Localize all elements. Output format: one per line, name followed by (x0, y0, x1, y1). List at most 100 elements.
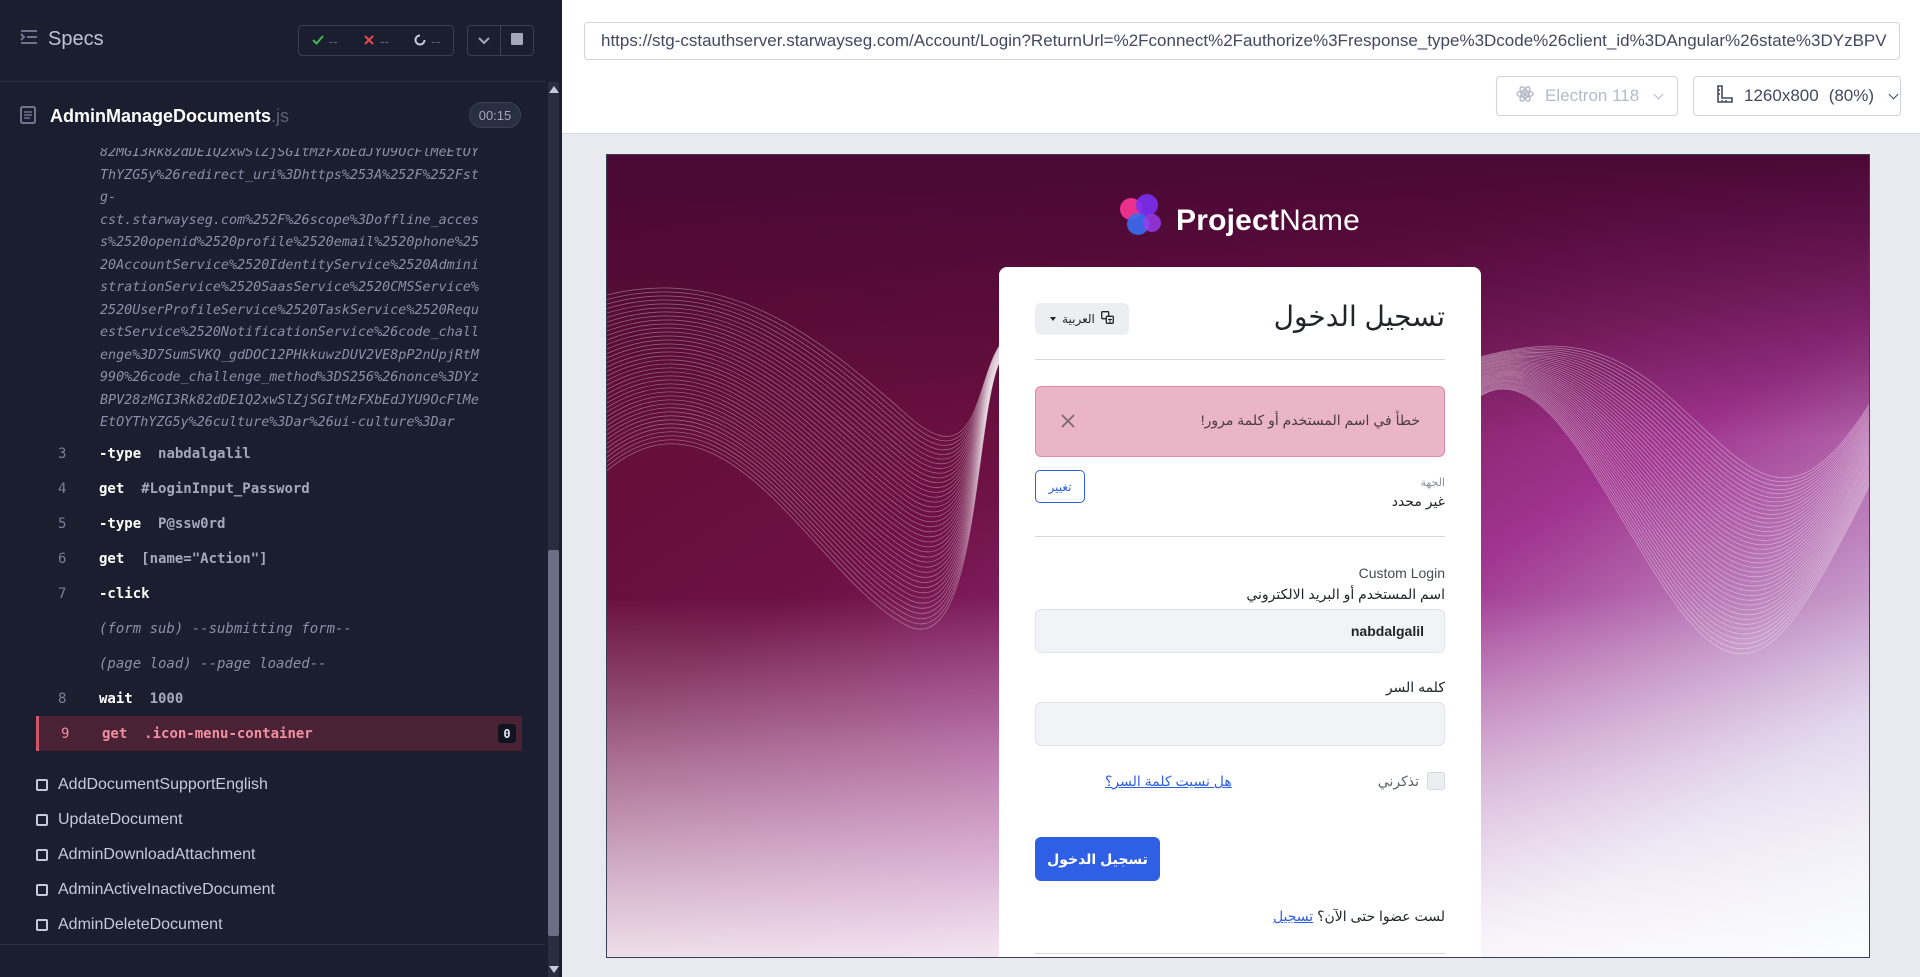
browser-selector[interactable]: Electron 118 (1496, 76, 1678, 116)
test-status-icon (36, 779, 48, 791)
reporter-divider (0, 944, 545, 945)
command-name: wait 1000 (99, 691, 183, 707)
command-row[interactable]: 5 -type P@ssw0rd (36, 506, 522, 541)
command-log: 82MGI3Rk82dDE1Q2xwSlZjSGItMzFXbEdJYU9OcF… (36, 148, 522, 751)
brand: ProjectName (607, 191, 1869, 250)
reporter-scrollbar[interactable] (545, 82, 562, 977)
url-line: strationService%2520SaasService%2520CMSS… (100, 280, 479, 295)
brand-logo-icon (1116, 191, 1166, 250)
test-item[interactable]: AdminDownloadAttachment (36, 840, 255, 870)
scrollbar-thumb[interactable] (548, 550, 559, 936)
username-input[interactable] (1035, 609, 1445, 653)
remember-me[interactable]: تذكرني (1378, 772, 1445, 790)
viewport-selector[interactable]: 1260x800 (80%) (1693, 76, 1901, 116)
spec-file-row[interactable]: AdminManageDocuments.js 00:15 (0, 94, 545, 142)
command-arg: .icon-menu-container (144, 725, 313, 742)
password-input[interactable] (1035, 702, 1445, 746)
test-title: AddDocumentSupportEnglish (58, 776, 268, 793)
login-card: تسجيل الدخول العربية خطأ في اسم المستخدم… (999, 267, 1481, 957)
remember-label: تذكرني (1377, 772, 1419, 789)
caret-down-icon (1050, 317, 1057, 321)
url-line: 2520UserProfileService%2520TaskService%2… (100, 302, 479, 318)
tenant-label: الجهة (1420, 477, 1445, 489)
test-status-icon (36, 919, 48, 931)
browser-name: Electron 118 (1545, 86, 1640, 105)
command-row[interactable]: 7 -click (36, 576, 522, 611)
command-row[interactable]: 6 get [name="Action"] (36, 541, 522, 576)
run-options-dropdown[interactable] (467, 25, 501, 56)
login-button[interactable]: تسجيل الدخول (1035, 837, 1160, 881)
url-line: g- (100, 190, 117, 205)
test-title: AdminActiveInactiveDocument (58, 881, 275, 898)
url-line: BPV28zMGI3Rk82dDE1Q2xwSlZjSGItMzFXbEdJYU… (100, 392, 479, 408)
failed-count: -- (379, 32, 390, 49)
register-prompt: لست عضوا حتى الآن؟ (1317, 908, 1445, 924)
viewport-icon (1716, 84, 1734, 109)
url-line: ThYZG5y%26redirect_uri%3Dhttps%253A%252F… (100, 167, 479, 183)
url-line: 82MGI3Rk82dDE1Q2xwSlZjSGItMzFXbEdJYU9OcF… (100, 148, 479, 160)
aut-header: https://stg-cstauthserver.starwayseg.com… (562, 0, 1920, 134)
command-number: 7 (58, 585, 67, 602)
command-arg: 1000 (149, 690, 184, 707)
spec-duration: 00:15 (469, 102, 521, 128)
chevron-down-icon (1653, 89, 1664, 99)
tenant-value: غير محدد (1391, 493, 1445, 509)
close-icon[interactable] (1058, 411, 1078, 431)
language-dropdown[interactable]: العربية (1035, 303, 1129, 335)
forgot-password-link[interactable]: هل نسيت كلمة السر؟ (1105, 773, 1232, 790)
url-line: 990%26code_challenge_method%3DS256%26non… (100, 370, 479, 385)
command-number: 9 (61, 725, 70, 742)
stop-button[interactable] (500, 25, 534, 56)
register-row: لست عضوا حتى الآن؟ تسجيل (1273, 908, 1445, 925)
test-status-icon (36, 849, 48, 861)
command-row[interactable]: 8 wait 1000 (36, 681, 522, 716)
spec-file-ext: .js (271, 106, 290, 126)
electron-icon (1515, 84, 1535, 109)
url-arg-block: 82MGI3Rk82dDE1Q2xwSlZjSGItMzFXbEdJYU9OcF… (100, 148, 518, 435)
chevron-down-icon (1888, 89, 1899, 99)
scroll-down-arrow[interactable] (549, 966, 559, 973)
command-row[interactable]: 3 -type nabdalgalil (36, 436, 522, 471)
command-arg: #LoginInput_Password (141, 480, 310, 497)
command-number: 8 (58, 690, 67, 707)
pending-stat: -- (402, 33, 453, 49)
command-event-row[interactable]: (form sub) --submitting form-- (36, 611, 522, 646)
command-number: 5 (58, 515, 67, 532)
register-link[interactable]: تسجيل (1273, 908, 1313, 924)
file-icon (20, 106, 36, 129)
command-name: -type P@ssw0rd (99, 516, 225, 532)
test-item[interactable]: UpdateDocument (36, 805, 183, 835)
test-status-icon (36, 814, 48, 826)
command-arg: P@ssw0rd (158, 515, 226, 532)
spec-file-name: AdminManageDocuments.js (50, 106, 289, 127)
command-name: -type nabdalgalil (99, 446, 251, 462)
command-event-row[interactable]: (page load) --page loaded-- (36, 646, 522, 681)
page-title: تسجيل الدخول (1273, 301, 1445, 332)
stop-icon (511, 32, 523, 50)
command-row[interactable]: 4 get #LoginInput_Password (36, 471, 522, 506)
pending-count: -- (431, 32, 441, 49)
specs-toggle[interactable]: Specs (20, 28, 104, 51)
cross-icon (363, 33, 375, 49)
scroll-up-arrow[interactable] (549, 86, 559, 93)
error-alert: خطأ في اسم المستخدم أو كلمة مرور! (1035, 386, 1445, 457)
command-name: get #LoginInput_Password (99, 481, 310, 497)
test-item[interactable]: AdminActiveInactiveDocument (36, 875, 275, 905)
command-event: (form sub) --submitting form-- (99, 620, 352, 637)
failed-stat: -- (350, 33, 401, 49)
test-item[interactable]: AdminDeleteDocument (36, 910, 223, 940)
url-line: enge%3D7SumSVKQ_gdDOC12PHkkuwzDUV2VE8pP2… (100, 347, 479, 363)
viewport-scale: (80%) (1828, 86, 1875, 105)
command-number: 4 (58, 480, 67, 497)
aut-url-bar[interactable]: https://stg-cstauthserver.starwayseg.com… (584, 22, 1900, 60)
specs-icon (20, 29, 38, 50)
test-item[interactable]: AddDocumentSupportEnglish (36, 770, 268, 800)
url-line: EtOYThYZG5y%26culture%3Dar%26ui-culture%… (100, 415, 455, 430)
command-arg: [name="Action"] (141, 550, 268, 567)
change-tenant-button[interactable]: تغيير (1035, 470, 1085, 503)
reporter-panel: Specs -- -- -- AdminManageDocuments.js 0… (0, 0, 562, 977)
active-command-row[interactable]: 9 get .icon-menu-container 0 (36, 716, 522, 751)
command-name-text: get (99, 550, 125, 567)
command-name-text: wait (99, 690, 133, 707)
remember-checkbox[interactable] (1427, 772, 1445, 790)
